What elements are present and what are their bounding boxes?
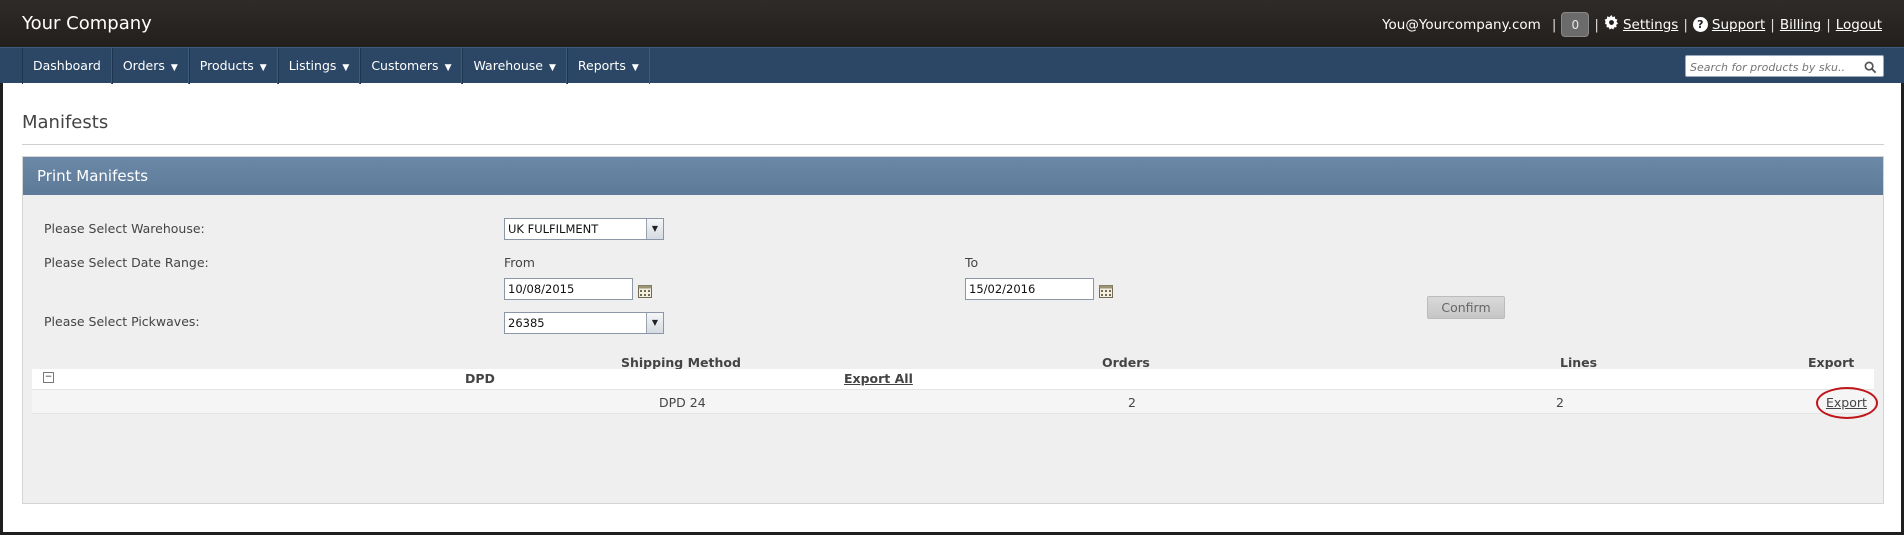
chevron-down-icon[interactable]: ▼ [646,313,663,333]
main-nav: Dashboard Orders ▼ Products ▼ Listings ▼ Cu… [0,47,1904,84]
top-bar: Your Company You@Yourcompany.com | 0 | S… [0,0,1904,47]
notification-badge[interactable]: 0 [1561,12,1590,37]
caret-down-icon: ▼ [444,63,452,73]
nav-item-label: Products [199,58,254,73]
panel-title: Print Manifests [23,157,1883,195]
nav-item-label: Listings [288,58,337,73]
user-email: You@Yourcompany.com [1382,16,1541,33]
warehouse-select[interactable]: UK FULFILMENT ▼ [504,218,664,240]
highlight-circle [1816,387,1878,419]
nav-item-label: Warehouse [473,58,543,73]
date-range-label: Please Select Date Range: [44,255,209,270]
warehouse-select-value: UK FULFILMENT [508,222,599,236]
caret-down-icon: ▼ [170,63,178,73]
shipping-method-cell: DPD 24 [659,395,706,410]
gear-icon[interactable] [1604,15,1619,34]
print-manifests-panel: Print Manifests Please Select Warehouse:… [22,156,1884,504]
nav-item-customers[interactable]: Customers ▼ [360,48,463,84]
export-all-link[interactable]: Export All [844,371,913,386]
group-row-dpd: − DPD Export All [32,369,1874,389]
caret-down-icon: ▼ [342,63,350,73]
calendar-icon[interactable] [1099,283,1113,298]
from-date-input[interactable]: 10/08/2015 [504,278,633,300]
nav-item-label: Orders [122,58,165,73]
nav-item-reports[interactable]: Reports ▼ [566,48,650,84]
search-input[interactable] [1686,57,1856,78]
table-row: DPD 24 2 2 Export [32,387,1878,419]
caret-down-icon: ▼ [548,63,556,73]
caret-down-icon: ▼ [259,63,267,73]
caret-down-icon: ▼ [631,63,639,73]
orders-cell: 2 [1128,395,1136,410]
pickwaves-select-value: 26385 [508,316,545,330]
collapse-icon[interactable]: − [43,372,54,383]
nav-item-label: Customers [371,58,439,73]
confirm-button[interactable]: Confirm [1427,296,1505,319]
nav-item-label: Dashboard [33,58,101,73]
to-label: To [965,255,979,270]
user-menu: You@Yourcompany.com | 0 | Settings | ? S… [1382,12,1882,37]
divider [22,144,1884,145]
product-search [1685,55,1884,78]
nav-item-products[interactable]: Products ▼ [188,48,278,84]
group-name: DPD [465,371,495,386]
nav-item-orders[interactable]: Orders ▼ [111,48,189,84]
chevron-down-icon[interactable]: ▼ [646,219,663,239]
separator: | [1551,16,1557,33]
nav-item-label: Reports [577,58,626,73]
support-link[interactable]: Support [1712,17,1765,33]
warehouse-label: Please Select Warehouse: [44,221,205,236]
separator: | [1683,16,1688,33]
separator: | [1770,16,1775,33]
column-header-lines[interactable]: Lines [1560,355,1597,370]
brand-logo[interactable]: Your Company [22,13,152,34]
pickwaves-select[interactable]: 26385 ▼ [504,312,664,334]
pickwaves-label: Please Select Pickwaves: [44,314,200,329]
column-header-orders[interactable]: Orders [1102,355,1150,370]
nav-item-dashboard[interactable]: Dashboard [22,48,112,84]
lines-cell: 2 [1556,395,1564,410]
nav-item-warehouse[interactable]: Warehouse ▼ [462,48,567,84]
search-icon[interactable] [1864,59,1877,78]
column-header-export[interactable]: Export [1808,355,1854,370]
billing-link[interactable]: Billing [1780,17,1821,33]
from-label: From [504,255,535,270]
column-header-shipping-method[interactable]: Shipping Method [621,355,741,370]
to-date-input[interactable]: 15/02/2016 [965,278,1094,300]
page-title: Manifests [22,112,109,133]
calendar-icon[interactable] [638,283,652,298]
separator: | [1826,16,1831,33]
nav-items: Dashboard Orders ▼ Products ▼ Listings ▼ Cu… [22,48,650,84]
nav-item-listings[interactable]: Listings ▼ [277,48,361,84]
help-icon[interactable]: ? [1692,17,1708,32]
separator: | [1594,16,1599,33]
logout-link[interactable]: Logout [1836,17,1882,33]
settings-link[interactable]: Settings [1623,17,1678,33]
